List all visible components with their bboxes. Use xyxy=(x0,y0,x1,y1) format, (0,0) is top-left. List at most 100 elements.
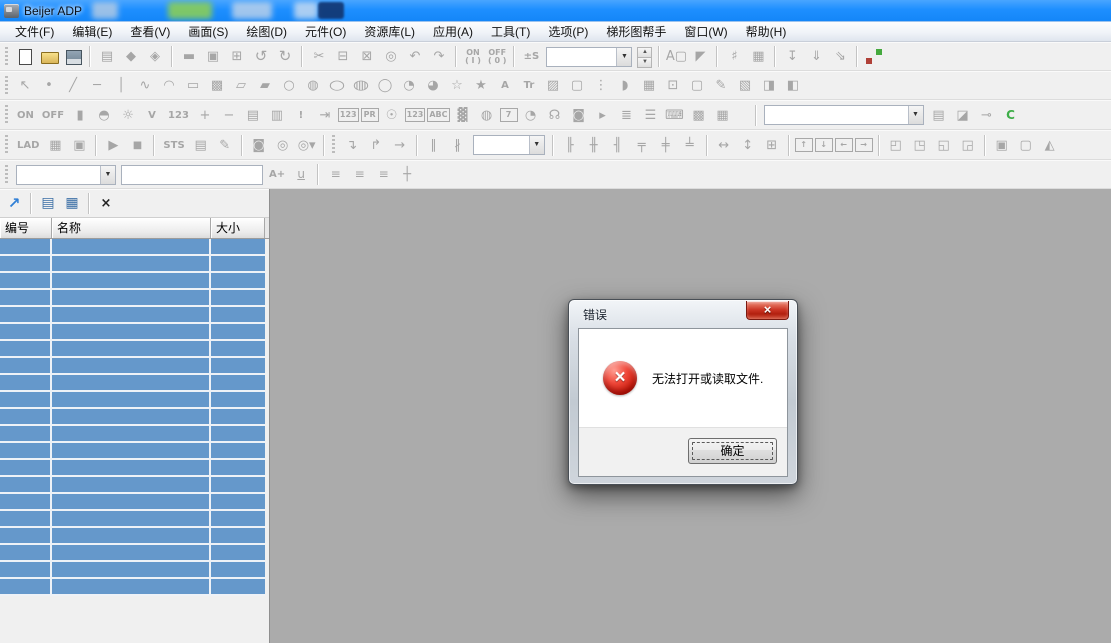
menu-item-9[interactable]: 选项(P) xyxy=(539,21,597,42)
table-cell[interactable] xyxy=(211,239,265,254)
menu-item-6[interactable]: 资源库(L) xyxy=(355,21,424,42)
state-combobox[interactable]: ▼ xyxy=(546,47,632,67)
goto-screen-element-button[interactable]: ⇥ xyxy=(314,105,336,126)
table-row[interactable] xyxy=(0,545,265,562)
report-element-button[interactable]: PR xyxy=(361,108,379,122)
menu-item-2[interactable]: 查看(V) xyxy=(121,21,179,42)
line-tool-button[interactable]: ╱ xyxy=(62,75,84,96)
pattern-circle-element-button[interactable]: ◍ xyxy=(476,105,498,126)
toolbar-grip[interactable] xyxy=(5,76,8,96)
point-tool-button[interactable]: • xyxy=(38,75,60,96)
prev-screen-button[interactable]: ↺ xyxy=(250,46,272,67)
menu-item-5[interactable]: 元件(O) xyxy=(296,21,355,42)
off-state-button[interactable]: OFF ( 0 ) xyxy=(486,46,508,67)
table-cell[interactable] xyxy=(211,307,265,322)
table-cell[interactable] xyxy=(211,511,265,526)
circle-tool-button[interactable]: ○ xyxy=(278,75,300,96)
center-screen-button[interactable]: ┼ xyxy=(396,164,418,185)
table-row[interactable] xyxy=(0,392,265,409)
rect-tool-button[interactable]: ▭ xyxy=(182,75,204,96)
table-cell[interactable] xyxy=(52,528,211,543)
unlock-menu-button[interactable]: ◎▾ xyxy=(296,135,318,156)
table-cell[interactable] xyxy=(52,256,211,271)
off-element-button[interactable]: OFF xyxy=(39,105,67,126)
table-cell[interactable] xyxy=(0,477,52,492)
region-select-button[interactable]: ◪ xyxy=(952,105,974,126)
text-box-button[interactable]: A▢ xyxy=(665,46,687,67)
stack-element-button[interactable]: ☰ xyxy=(640,105,662,126)
table-cell[interactable] xyxy=(52,460,211,475)
align-center-button[interactable]: ╫ xyxy=(583,135,605,156)
table-cell[interactable] xyxy=(0,358,52,373)
table-cell[interactable] xyxy=(0,290,52,305)
table-row[interactable] xyxy=(0,358,265,375)
menu-item-4[interactable]: 绘图(D) xyxy=(237,21,296,42)
voltage-element-button[interactable]: V xyxy=(141,105,163,126)
table-cell[interactable] xyxy=(52,562,211,577)
column-header-number[interactable]: 编号 xyxy=(0,218,52,238)
ladder-button[interactable]: LAD xyxy=(14,135,42,156)
paste-button[interactable]: ⊠ xyxy=(356,46,378,67)
decrement-element-button[interactable]: − xyxy=(218,105,240,126)
rotate-flip-button[interactable]: ◭ xyxy=(1039,135,1061,156)
table-cell[interactable] xyxy=(0,409,52,424)
group-button[interactable]: ▣ xyxy=(991,135,1013,156)
table-row[interactable] xyxy=(0,511,265,528)
lamp-element-button[interactable]: ◓ xyxy=(93,105,115,126)
save-file-button[interactable] xyxy=(62,46,84,67)
new-file-button[interactable] xyxy=(14,46,36,67)
toolbar-grip[interactable] xyxy=(5,135,8,155)
ascii-entry-element-button[interactable]: ABC xyxy=(427,108,449,122)
spinner-down-icon[interactable]: ▼ xyxy=(637,58,652,68)
contact-closed-button[interactable]: ∦ xyxy=(447,135,469,156)
filled-ellipse-tool-button[interactable]: ◍ xyxy=(345,75,377,96)
alarm-bell-button[interactable]: ◈ xyxy=(144,46,166,67)
bulb-element-button[interactable]: ☉ xyxy=(381,105,403,126)
table-row[interactable] xyxy=(0,375,265,392)
table-cell[interactable] xyxy=(211,460,265,475)
table-cell[interactable] xyxy=(211,341,265,356)
font-tool-button[interactable]: Tr xyxy=(518,75,540,96)
table-cell[interactable] xyxy=(0,494,52,509)
increment-element-button[interactable]: + xyxy=(194,105,216,126)
table-cell[interactable] xyxy=(0,341,52,356)
window-titlebar[interactable]: Beijer ADP xyxy=(0,0,1111,22)
vline-tool-button[interactable]: │ xyxy=(110,75,132,96)
grid-toggle-button[interactable]: ♯ xyxy=(723,46,745,67)
icon-view-button[interactable]: ▦ xyxy=(61,193,83,214)
table-cell[interactable] xyxy=(52,273,211,288)
edit-status-button[interactable]: ✎ xyxy=(214,135,236,156)
alarm-element-button[interactable]: ! xyxy=(290,105,312,126)
send-back-button[interactable]: ◳ xyxy=(909,135,931,156)
stop-button[interactable]: ■ xyxy=(126,135,148,156)
open-file-button[interactable] xyxy=(38,46,60,67)
error-dialog-titlebar[interactable]: 错误 × xyxy=(569,300,797,328)
full-screen-button[interactable]: ▬ xyxy=(178,46,200,67)
hline-tool-button[interactable]: ─ xyxy=(86,75,108,96)
page-select-button[interactable]: ▤ xyxy=(928,105,950,126)
polyline-tool-button[interactable]: ∿ xyxy=(134,75,156,96)
contact-open-button[interactable]: ∥ xyxy=(423,135,445,156)
menu-item-8[interactable]: 工具(T) xyxy=(482,21,539,42)
text-align-center-button[interactable]: ≡ xyxy=(348,164,370,185)
font-size-button[interactable]: A+ xyxy=(266,164,288,185)
stamp-tool-button[interactable]: ◗ xyxy=(614,75,636,96)
dialog-close-button[interactable]: × xyxy=(746,301,789,320)
column-header-size[interactable]: 大小 xyxy=(211,218,265,238)
table-row[interactable] xyxy=(0,341,265,358)
align-right-button[interactable]: ╢ xyxy=(607,135,629,156)
table-row[interactable] xyxy=(0,460,265,477)
window-screen-button[interactable]: ▣ xyxy=(202,46,224,67)
table-cell[interactable] xyxy=(0,511,52,526)
copy-button[interactable]: ⊟ xyxy=(332,46,354,67)
table-cell[interactable] xyxy=(0,528,52,543)
nudge-left-button[interactable]: ← xyxy=(835,138,853,152)
menu-item-11[interactable]: 窗口(W) xyxy=(675,21,736,42)
macro-element-button[interactable]: ▸ xyxy=(592,105,614,126)
toolbar-grip[interactable] xyxy=(332,135,335,155)
menu-item-0[interactable]: 文件(F) xyxy=(6,21,63,42)
horizontal-line-button[interactable]: → xyxy=(389,135,411,156)
filled-parallelogram-tool-button[interactable]: ▰ xyxy=(254,75,276,96)
ladder-combobox[interactable]: ▼ xyxy=(473,135,545,155)
cut-button[interactable]: ✂ xyxy=(308,46,330,67)
